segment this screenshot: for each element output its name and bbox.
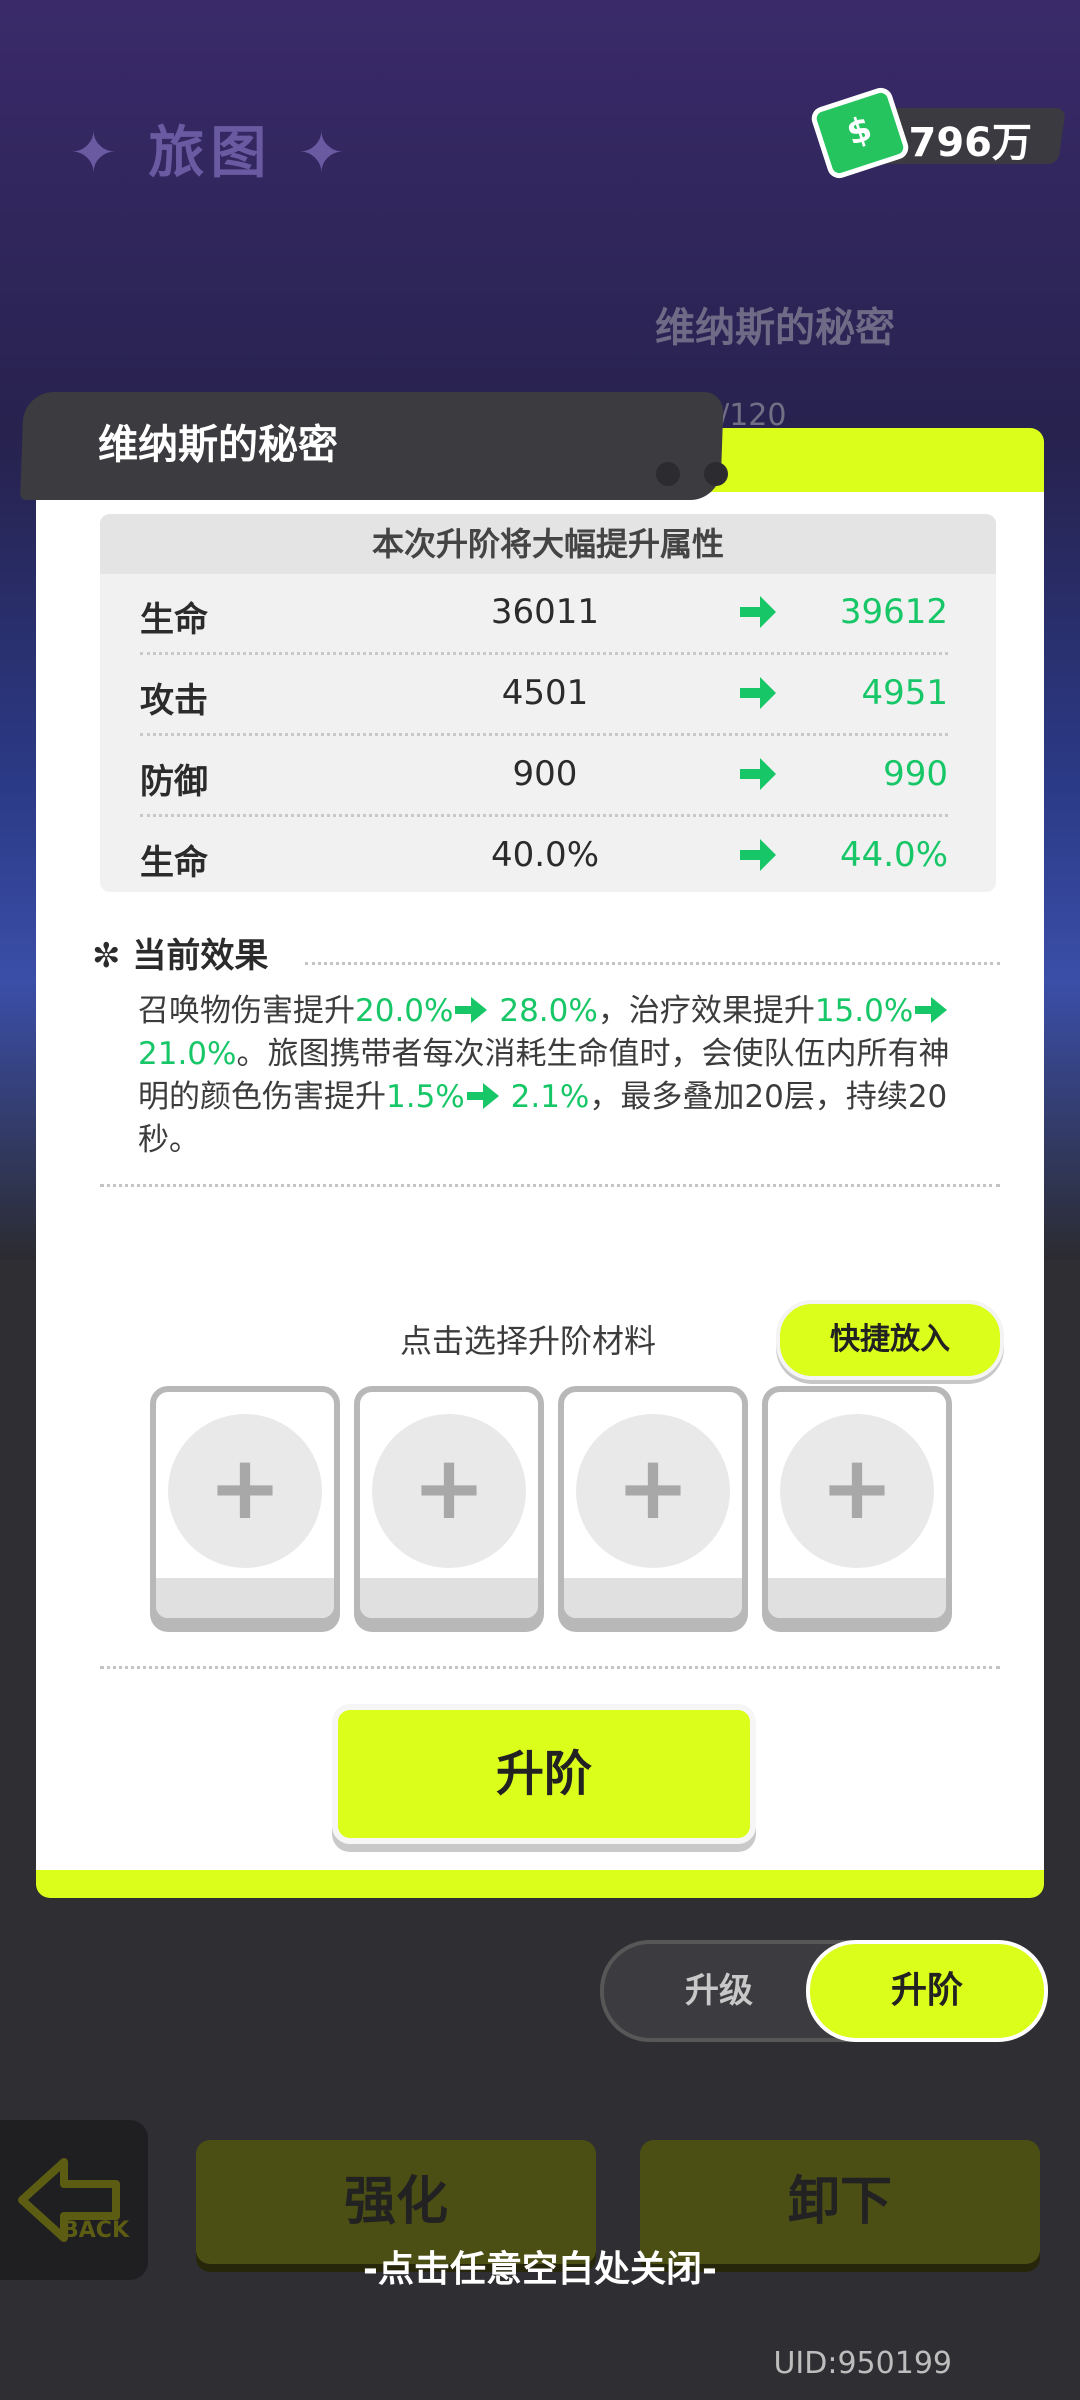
slot-footer xyxy=(768,1578,946,1618)
stats-header: 本次升阶将大幅提升属性 xyxy=(100,514,996,574)
effect-value: 2.1% xyxy=(510,1079,590,1115)
arrow-right-icon xyxy=(740,596,776,628)
background-secret-name: 维纳斯的秘密 xyxy=(655,305,895,351)
plus-icon: + xyxy=(372,1414,526,1568)
stat-row: 生命 36011 39612 xyxy=(140,574,948,655)
effect-text-part: ，治疗效果提升 xyxy=(597,993,815,1029)
stat-next: 4951 xyxy=(861,673,948,713)
background-page-title: ✦ 旅图 ✦ xyxy=(70,121,351,186)
effect-description: 召唤物伤害提升20.0% 28.0%，治疗效果提升15.0% 21.0%。旅图携… xyxy=(138,990,968,1162)
material-slot[interactable]: + xyxy=(762,1386,952,1624)
stats-table: 本次升阶将大幅提升属性 生命 36011 39612 攻击 4501 4951 … xyxy=(100,514,996,892)
quick-insert-button[interactable]: 快捷放入 xyxy=(776,1300,1004,1380)
arrow-right-icon xyxy=(455,997,488,1023)
stat-name: 防御 xyxy=(140,762,208,802)
plus-icon: + xyxy=(780,1414,934,1568)
effect-header-label: 当前效果 xyxy=(132,936,269,976)
divider xyxy=(305,962,1000,965)
stat-next: 44.0% xyxy=(839,835,948,875)
flower-icon: ✼ xyxy=(92,936,121,976)
close-hint: -点击任意空白处关闭- xyxy=(363,2249,717,2290)
divider xyxy=(100,1184,1000,1187)
effect-value: 28.0% xyxy=(499,993,598,1029)
tab-rank-up[interactable]: 升阶 xyxy=(806,1940,1048,2042)
decor-dot xyxy=(704,462,728,486)
mode-toggle: 升级 升阶 xyxy=(600,1940,1048,2042)
plus-icon: + xyxy=(168,1414,322,1568)
currency-amount: 796万 xyxy=(908,120,1033,166)
uid-label: UID:950199 xyxy=(773,2346,952,2381)
arrow-right-icon xyxy=(740,677,776,709)
upgrade-rank-button[interactable]: 升阶 xyxy=(332,1704,756,1844)
arrow-right-icon xyxy=(740,839,776,871)
stat-row: 攻击 4501 4951 xyxy=(140,655,948,736)
modal-accent-bottom xyxy=(36,1870,1044,1898)
material-slot[interactable]: + xyxy=(558,1386,748,1624)
stat-current: 40.0% xyxy=(490,835,599,875)
effect-value: 1.5% xyxy=(386,1079,465,1115)
effect-value: 15.0% xyxy=(814,993,914,1029)
effect-text-part: 召唤物伤害提升 xyxy=(138,993,355,1029)
divider xyxy=(100,1666,1000,1669)
select-material-label: 点击选择升阶材料 xyxy=(400,1322,657,1360)
stat-name: 攻击 xyxy=(140,681,208,721)
modal-title: 维纳斯的秘密 xyxy=(98,422,338,468)
stat-row: 防御 900 990 xyxy=(140,736,948,817)
stat-current: 36011 xyxy=(490,592,600,632)
slot-footer xyxy=(360,1578,538,1618)
material-slot[interactable]: + xyxy=(354,1386,544,1624)
stat-row: 生命 40.0% 44.0% xyxy=(140,817,948,895)
arrow-right-icon xyxy=(740,758,776,790)
effect-header: ✼ 当前效果 xyxy=(92,928,268,977)
decor-dot xyxy=(656,462,680,486)
arrow-right-icon xyxy=(915,997,948,1023)
stat-current: 900 xyxy=(512,754,578,794)
effect-value: 21.0% xyxy=(138,1036,237,1072)
material-slot[interactable]: + xyxy=(150,1386,340,1624)
arrow-right-icon xyxy=(466,1083,499,1109)
plus-icon: + xyxy=(576,1414,730,1568)
stat-next: 990 xyxy=(883,754,948,794)
slot-footer xyxy=(564,1578,742,1618)
stat-name: 生命 xyxy=(140,600,208,640)
effect-value: 20.0% xyxy=(355,993,454,1029)
slot-footer xyxy=(156,1578,334,1618)
stat-next: 39612 xyxy=(839,592,948,632)
stat-current: 4501 xyxy=(501,673,589,713)
stat-name: 生命 xyxy=(140,843,208,883)
tab-level-up[interactable]: 升级 xyxy=(604,1944,834,2038)
